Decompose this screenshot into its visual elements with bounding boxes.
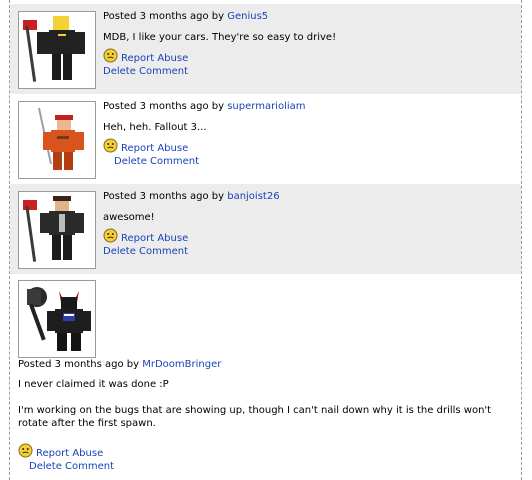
avatar-image <box>23 16 85 82</box>
avatar[interactable] <box>18 101 96 179</box>
username-link[interactable]: banjoist26 <box>227 191 279 202</box>
username-link[interactable]: supermarioliam <box>227 101 305 112</box>
report-abuse-link[interactable]: Report Abuse <box>36 448 103 460</box>
delete-comment-link[interactable]: Delete Comment <box>18 461 114 473</box>
comment-meta: Posted 3 months ago by banjoist26 <box>103 191 280 203</box>
smiley-icon <box>103 228 118 243</box>
avatar[interactable] <box>18 11 96 89</box>
comment-meta: Posted 3 months ago by Genius5 <box>103 11 268 23</box>
report-abuse-link[interactable]: Report Abuse <box>121 143 188 155</box>
comment-item: Posted 3 months ago by banjoist26 awesom… <box>10 184 521 274</box>
posted-label: Posted 3 months ago by <box>103 191 225 202</box>
posted-label: Posted 3 months ago by <box>103 11 225 22</box>
smiley-icon <box>103 138 118 153</box>
username-link[interactable]: Genius5 <box>227 11 268 22</box>
comment-item: Posted 3 months ago by supermarioliam He… <box>10 94 521 184</box>
comment-body: MDB, I like your cars. They're so easy t… <box>103 32 337 43</box>
delete-comment-link[interactable]: Delete Comment <box>103 156 199 168</box>
comment-actions: Report Abuse Delete Comment <box>18 443 114 473</box>
comment-body: I never claimed it was done :P <box>18 379 169 390</box>
smiley-icon <box>103 48 118 63</box>
comment-meta: Posted 3 months ago by supermarioliam <box>103 101 306 113</box>
posted-label: Posted 3 months ago by <box>103 101 225 112</box>
comment-actions: Report Abuse Delete Comment <box>103 228 188 258</box>
comment-body: awesome! <box>103 212 155 223</box>
avatar[interactable] <box>18 280 96 358</box>
comment-body: Heh, heh. Fallout 3... <box>103 122 207 133</box>
comment-item: Posted 3 months ago by MrDoomBringer I n… <box>10 274 521 480</box>
avatar-image <box>23 196 84 262</box>
delete-comment-link[interactable]: Delete Comment <box>103 66 188 78</box>
comment-actions: Report Abuse Delete Comment <box>103 48 188 78</box>
username-link[interactable]: MrDoomBringer <box>142 359 221 370</box>
avatar-image <box>27 287 91 351</box>
avatar[interactable] <box>18 191 96 269</box>
comment-item: Posted 3 months ago by Genius5 MDB, I li… <box>10 4 521 94</box>
comment-meta: Posted 3 months ago by MrDoomBringer <box>18 359 221 371</box>
avatar-image <box>38 107 84 170</box>
delete-comment-link[interactable]: Delete Comment <box>103 246 188 258</box>
report-abuse-link[interactable]: Report Abuse <box>121 53 188 65</box>
smiley-icon <box>18 443 33 458</box>
report-abuse-link[interactable]: Report Abuse <box>121 233 188 245</box>
posted-label: Posted 3 months ago by <box>18 359 140 370</box>
comment-body: I'm working on the bugs that are showing… <box>18 405 492 429</box>
comment-actions: Report Abuse Delete Comment <box>103 138 199 168</box>
